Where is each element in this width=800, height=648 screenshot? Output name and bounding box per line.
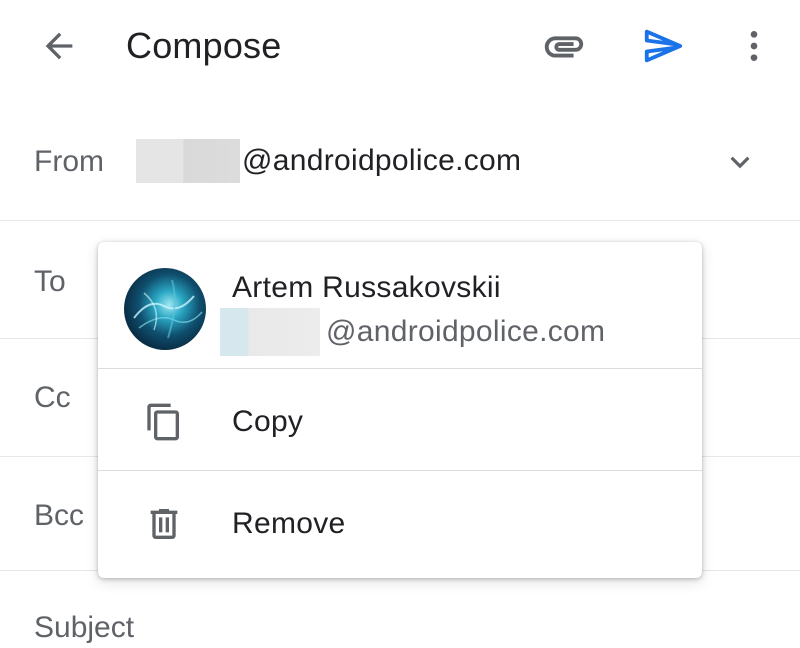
contact-header: Artem Russakovskii @androidpolice.com (98, 242, 702, 368)
contact-popup-menu: Artem Russakovskii @androidpolice.com Co… (98, 242, 702, 578)
cc-label: Cc (34, 381, 71, 414)
redacted-username (220, 308, 320, 356)
copy-menu-item[interactable]: Copy (98, 370, 702, 470)
contact-email-domain: @androidpolice.com (326, 315, 606, 348)
to-label: To (34, 265, 66, 298)
subject-label[interactable]: Subject (34, 608, 134, 648)
app-bar: Compose (0, 0, 800, 96)
trash-icon (142, 502, 186, 546)
remove-label: Remove (232, 507, 346, 540)
divider (0, 220, 800, 221)
copy-label: Copy (232, 405, 304, 438)
remove-menu-item[interactable]: Remove (98, 472, 702, 572)
avatar (124, 268, 206, 350)
contact-name: Artem Russakovskii (232, 271, 501, 304)
avatar-image (133, 279, 203, 339)
send-icon (644, 29, 683, 63)
chevron-down-icon (730, 156, 750, 169)
copy-icon (142, 400, 186, 444)
back-button[interactable] (31, 18, 87, 74)
attach-button[interactable] (536, 18, 592, 74)
paperclip-icon (544, 36, 584, 58)
from-email-domain: @androidpolice.com (242, 144, 522, 177)
arrow-back-icon (45, 32, 73, 60)
page-title: Compose (126, 25, 282, 66)
from-label: From (34, 145, 104, 178)
divider (98, 470, 702, 471)
redacted-username (136, 139, 240, 183)
more-vert-icon (750, 31, 758, 61)
more-options-button[interactable] (726, 18, 782, 74)
bcc-label: Bcc (34, 499, 85, 532)
from-dropdown-button[interactable] (712, 134, 768, 190)
from-field[interactable]: @androidpolice.com (136, 139, 522, 183)
contact-email: @androidpolice.com (220, 308, 605, 356)
send-button[interactable] (636, 18, 692, 74)
divider (98, 368, 702, 369)
